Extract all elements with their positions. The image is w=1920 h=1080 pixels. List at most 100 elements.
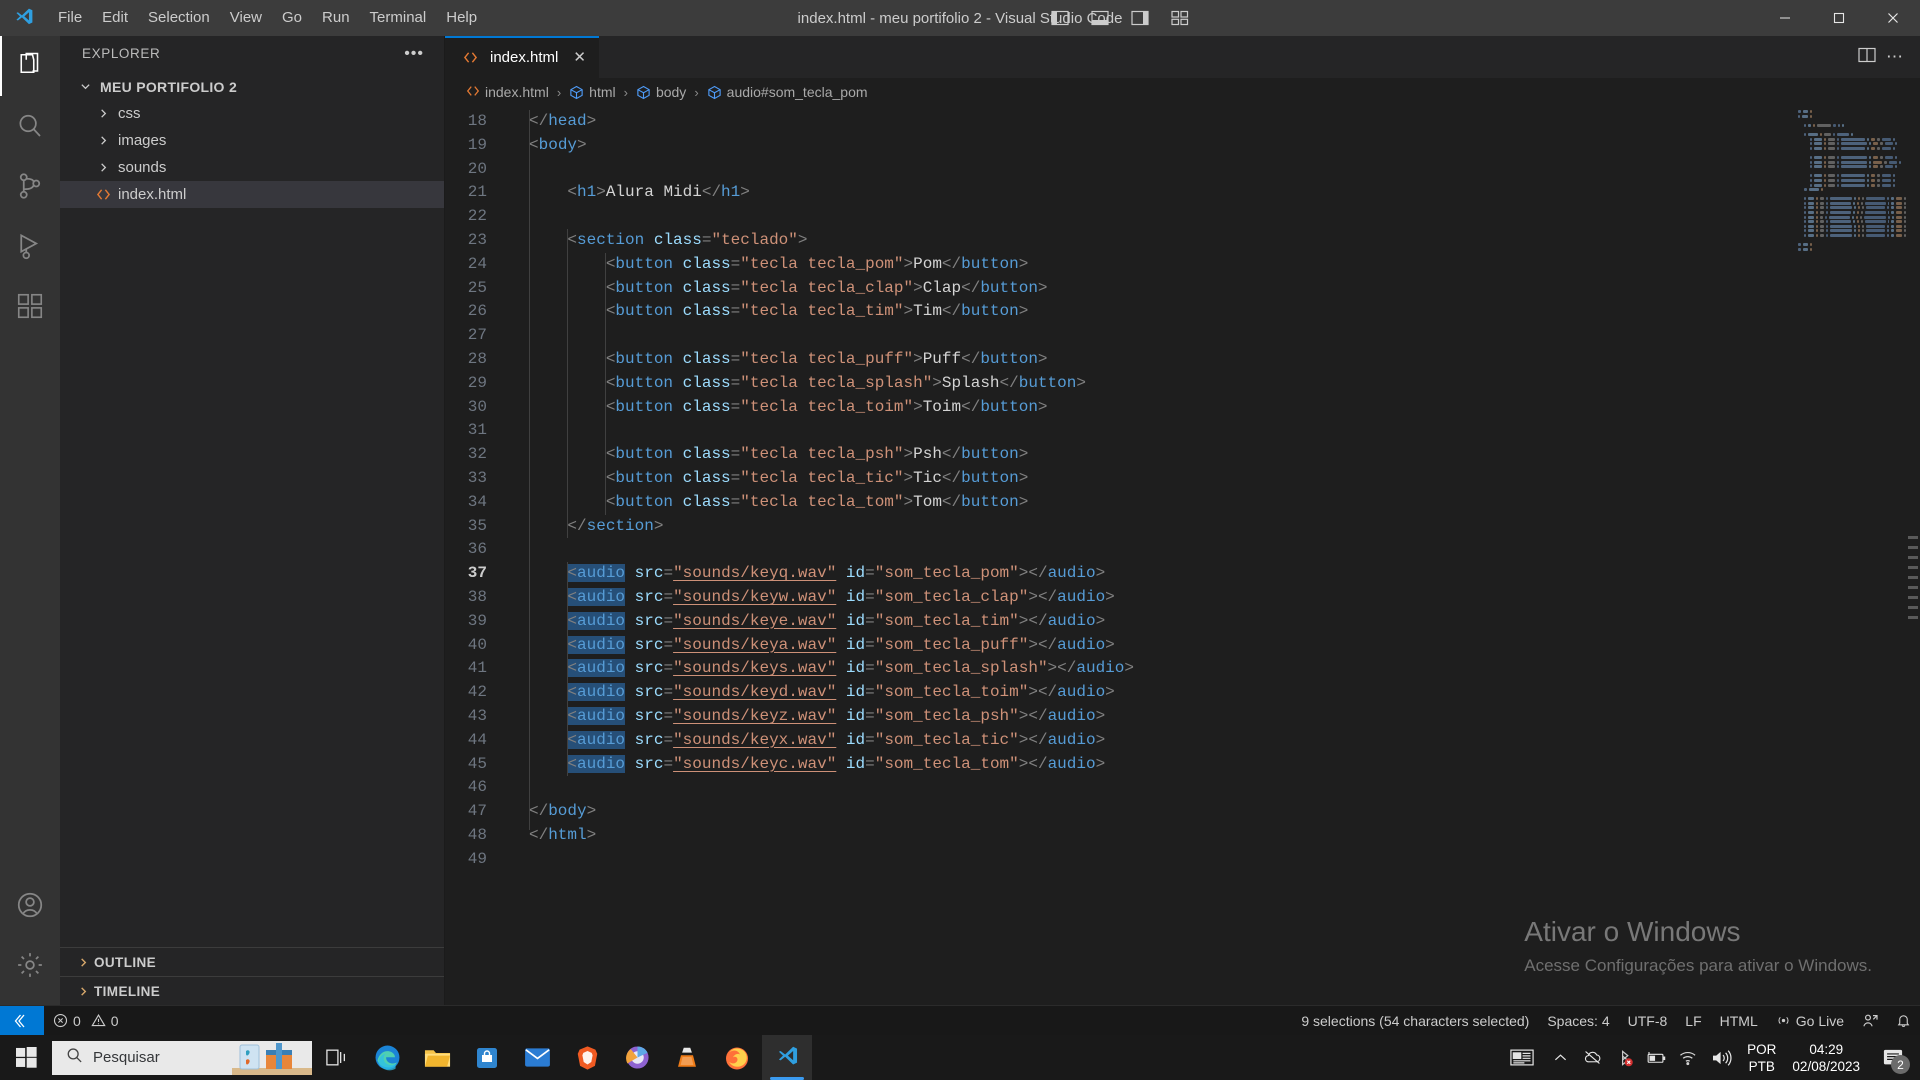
code-line[interactable]: [507, 324, 1920, 348]
tray-onedrive-icon[interactable]: [1577, 1035, 1607, 1080]
more-actions-icon[interactable]: ⋯: [1886, 47, 1904, 67]
code-line[interactable]: <audio src="sounds/keya.wav" id="som_tec…: [507, 634, 1920, 658]
code-line[interactable]: <audio src="sounds/keyq.wav" id="som_tec…: [507, 562, 1920, 586]
status-notifications-bell-icon[interactable]: [1887, 1006, 1920, 1036]
breadcrumb-item-audio[interactable]: audio#som_tecla_pom: [704, 83, 871, 101]
tray-bluetooth-off-icon[interactable]: [1609, 1035, 1639, 1080]
menu-run[interactable]: Run: [312, 4, 360, 32]
toggle-panel-icon[interactable]: [1082, 3, 1118, 33]
code-line[interactable]: <button class="tecla tecla_tom">Tom</but…: [507, 491, 1920, 515]
taskbar-app-vlc[interactable]: [662, 1035, 712, 1080]
minimize-button[interactable]: [1758, 0, 1812, 36]
code-line[interactable]: <body>: [507, 134, 1920, 158]
tab-close-icon[interactable]: ✕: [573, 48, 586, 66]
activity-explorer-icon[interactable]: [0, 36, 60, 96]
status-encoding[interactable]: UTF-8: [1619, 1006, 1677, 1036]
taskbar-search-box[interactable]: Pesquisar: [52, 1040, 312, 1075]
code-editor[interactable]: 18 19 20 21 22 23 24 25 26 27 28 29 30 31 32 33 34 35 36 37…: [445, 106, 1920, 1005]
tree-item-images[interactable]: images: [60, 127, 444, 154]
tree-item-css[interactable]: css: [60, 100, 444, 127]
code-line[interactable]: </body>: [507, 800, 1920, 824]
breadcrumb-item-body[interactable]: body: [633, 83, 689, 101]
menu-selection[interactable]: Selection: [138, 4, 220, 32]
code-line[interactable]: <audio src="sounds/keyx.wav" id="som_tec…: [507, 729, 1920, 753]
taskbar-app-microsoft-edge[interactable]: [362, 1035, 412, 1080]
taskbar-app-photos[interactable]: [612, 1035, 662, 1080]
toggle-primary-sidebar-icon[interactable]: [1042, 3, 1078, 33]
start-button-icon[interactable]: [0, 1035, 52, 1080]
minimap[interactable]: [1796, 110, 1907, 410]
menu-go[interactable]: Go: [272, 4, 312, 32]
code-line[interactable]: <button class="tecla tecla_tim">Tim</but…: [507, 300, 1920, 324]
code-line[interactable]: [507, 158, 1920, 182]
tray-news-icon[interactable]: [1501, 1035, 1543, 1080]
code-content[interactable]: </head> <body> <h1>Alura Midi</h1> <secti…: [507, 106, 1920, 1005]
status-language-mode[interactable]: HTML: [1711, 1006, 1767, 1036]
taskbar-app-file-explorer[interactable]: [412, 1035, 462, 1080]
status-indentation[interactable]: Spaces: 4: [1538, 1006, 1618, 1036]
status-selection-info[interactable]: 9 selections (54 characters selected): [1292, 1006, 1538, 1036]
tab-index-html[interactable]: index.html ✕: [445, 36, 600, 78]
split-editor-icon[interactable]: [1858, 47, 1876, 68]
menu-help[interactable]: Help: [436, 4, 487, 32]
taskbar-app-mail[interactable]: [512, 1035, 562, 1080]
activity-search-icon[interactable]: [0, 96, 60, 156]
explorer-more-icon[interactable]: •••: [404, 45, 424, 63]
language-indicator[interactable]: POR PTB: [1741, 1041, 1782, 1075]
code-line[interactable]: <button class="tecla tecla_puff">Puff</b…: [507, 348, 1920, 372]
activity-manage-gear-icon[interactable]: [0, 935, 60, 995]
code-line[interactable]: [507, 419, 1920, 443]
code-line[interactable]: <audio src="sounds/keye.wav" id="som_tec…: [507, 610, 1920, 634]
code-line[interactable]: <button class="tecla tecla_psh">Psh</but…: [507, 443, 1920, 467]
tree-root-meu-portifolio-2[interactable]: MEU PORTIFOLIO 2: [60, 73, 444, 100]
code-line[interactable]: <button class="tecla tecla_splash">Splas…: [507, 372, 1920, 396]
status-feedback-icon[interactable]: [1853, 1006, 1887, 1036]
customize-layout-icon[interactable]: [1162, 3, 1198, 33]
code-line[interactable]: <h1>Alura Midi</h1>: [507, 181, 1920, 205]
code-line[interactable]: [507, 848, 1920, 872]
tree-item-index-html[interactable]: index.html: [60, 181, 444, 208]
code-line[interactable]: [507, 776, 1920, 800]
taskbar-app-firefox[interactable]: [712, 1035, 762, 1080]
clock[interactable]: 04:29 02/08/2023: [1784, 1041, 1868, 1075]
activity-accounts-icon[interactable]: [0, 875, 60, 935]
menu-file[interactable]: File: [48, 4, 92, 32]
toggle-secondary-sidebar-icon[interactable]: [1122, 3, 1158, 33]
status-go-live[interactable]: Go Live: [1767, 1006, 1853, 1036]
activity-source-control-icon[interactable]: [0, 156, 60, 216]
breadcrumb-item-html[interactable]: html: [566, 83, 618, 101]
activity-run-debug-icon[interactable]: [0, 216, 60, 276]
breadcrumb-item-file[interactable]: index.html: [463, 83, 552, 102]
menu-terminal[interactable]: Terminal: [360, 4, 437, 32]
code-line[interactable]: </section>: [507, 515, 1920, 539]
code-line[interactable]: <section class="teclado">: [507, 229, 1920, 253]
section-outline[interactable]: OUTLINE: [60, 947, 444, 976]
task-view-button[interactable]: [312, 1035, 362, 1080]
code-line[interactable]: [507, 538, 1920, 562]
code-line[interactable]: <audio src="sounds/keyz.wav" id="som_tec…: [507, 705, 1920, 729]
tray-show-hidden-chevron-up-icon[interactable]: [1545, 1035, 1575, 1080]
code-line[interactable]: [507, 205, 1920, 229]
code-line[interactable]: </head>: [507, 110, 1920, 134]
code-line[interactable]: <button class="tecla tecla_tic">Tic</but…: [507, 467, 1920, 491]
code-line[interactable]: <button class="tecla tecla_toim">Toim</b…: [507, 396, 1920, 420]
status-problems[interactable]: 0 0: [44, 1006, 128, 1036]
tree-item-sounds[interactable]: sounds: [60, 154, 444, 181]
section-timeline[interactable]: TIMELINE: [60, 976, 444, 1005]
taskbar-app-microsoft-store[interactable]: [462, 1035, 512, 1080]
status-eol[interactable]: LF: [1676, 1006, 1710, 1036]
taskbar-app-visual-studio-code[interactable]: [762, 1035, 812, 1080]
code-line[interactable]: <audio src="sounds/keyw.wav" id="som_tec…: [507, 586, 1920, 610]
editor-scrollbar[interactable]: [1906, 106, 1920, 1005]
menu-view[interactable]: View: [220, 4, 272, 32]
code-line[interactable]: <audio src="sounds/keyd.wav" id="som_tec…: [507, 681, 1920, 705]
notification-center-button[interactable]: 2: [1870, 1035, 1916, 1080]
code-line[interactable]: <audio src="sounds/keys.wav" id="som_tec…: [507, 657, 1920, 681]
taskbar-app-brave[interactable]: [562, 1035, 612, 1080]
tray-battery-icon[interactable]: [1641, 1035, 1671, 1080]
tray-volume-icon[interactable]: [1705, 1035, 1739, 1080]
tray-wifi-icon[interactable]: [1673, 1035, 1703, 1080]
close-button[interactable]: [1866, 0, 1920, 36]
remote-window-indicator[interactable]: [0, 1005, 44, 1036]
menu-edit[interactable]: Edit: [92, 4, 138, 32]
